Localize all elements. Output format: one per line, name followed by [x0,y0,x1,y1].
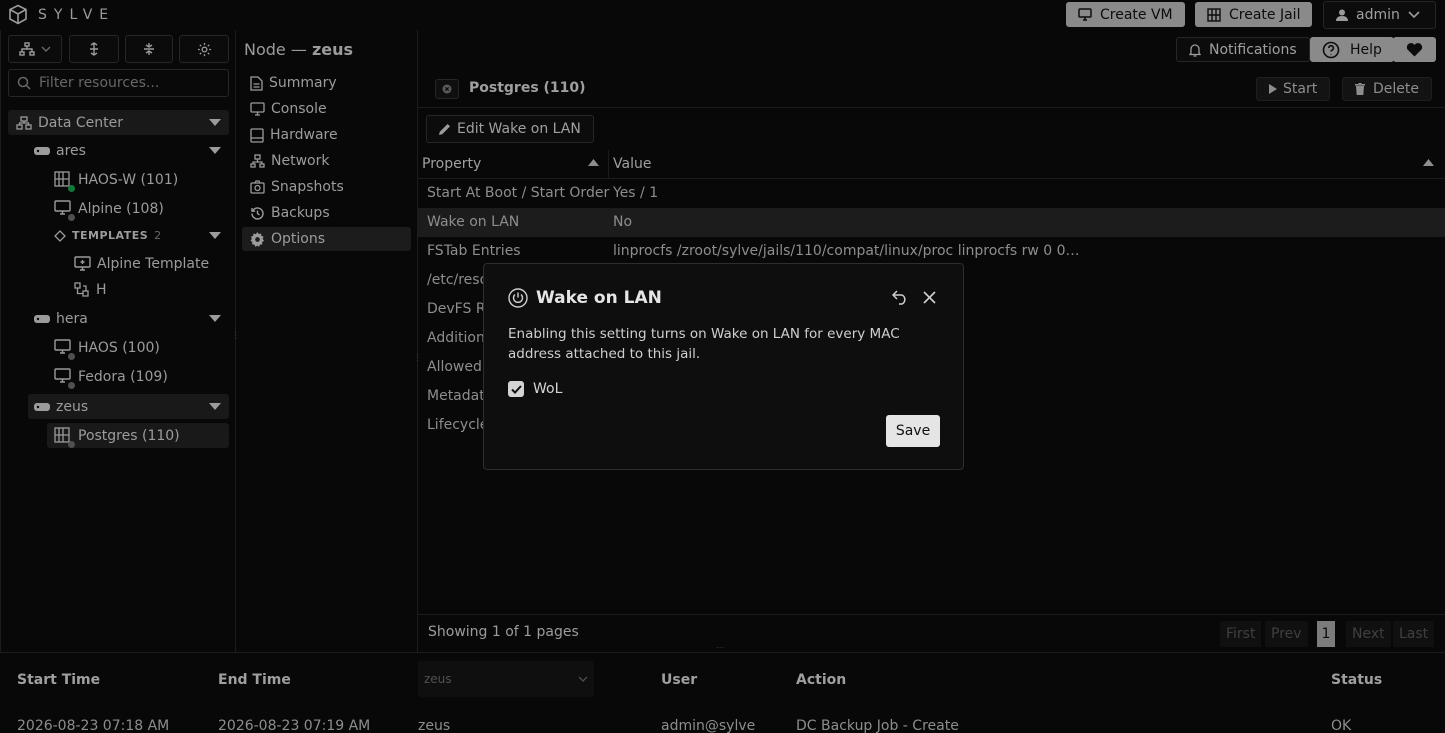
save-button[interactable]: Save [886,415,940,447]
wol-checkbox-label: WoL [533,381,563,397]
dialog-title: Wake on LAN [536,288,662,308]
wol-checkbox-row[interactable]: WoL [508,381,562,397]
wake-on-lan-dialog: Wake on LAN Enabling this setting turns … [483,263,964,470]
close-icon[interactable] [923,291,936,304]
wol-checkbox[interactable] [508,381,524,397]
dialog-description: Enabling this setting turns on Wake on L… [508,326,900,362]
reset-icon[interactable] [892,290,909,305]
power-icon [508,288,528,308]
